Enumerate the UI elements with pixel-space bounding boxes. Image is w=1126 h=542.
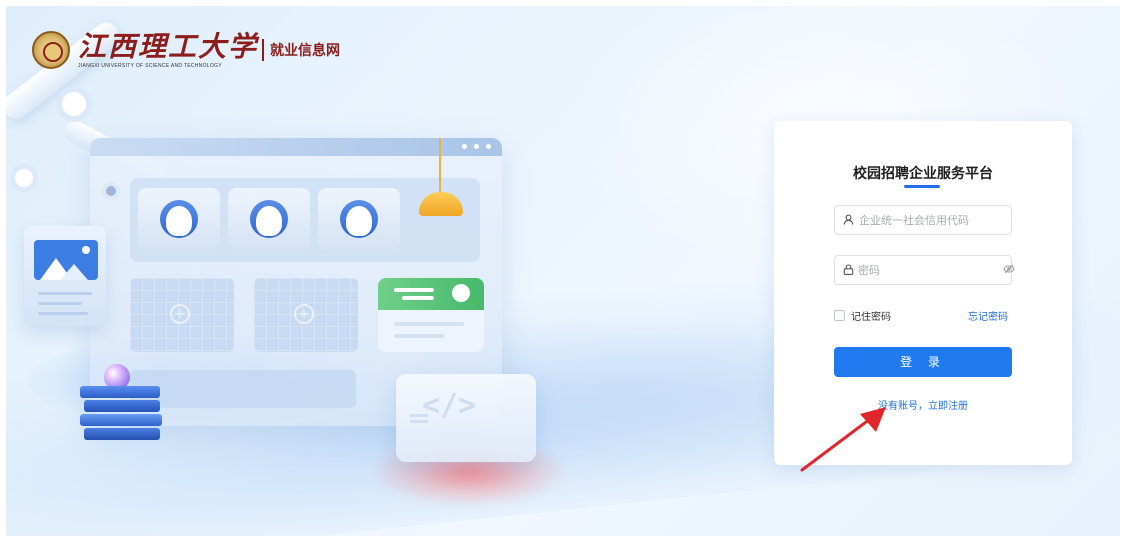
remember-password[interactable]: 记住密码 [834, 308, 891, 323]
window-dot-icon [474, 144, 479, 149]
password-field[interactable] [834, 255, 1015, 285]
avatar-card [318, 188, 400, 250]
books-icon [80, 386, 162, 440]
gear-icon [102, 182, 120, 200]
code-icon: </> [422, 388, 477, 423]
eye-off-icon[interactable] [1003, 264, 1015, 277]
green-card-line [402, 296, 434, 300]
text-line [38, 292, 92, 295]
robot-joint [56, 86, 92, 122]
window-dot-icon [462, 144, 467, 149]
plus-panel: + [130, 278, 234, 352]
book [84, 400, 160, 412]
forgot-password-link[interactable]: 忘记密码 [968, 308, 1008, 323]
university-seal-icon [32, 31, 70, 69]
hero-illustration: + + </> [6, 6, 626, 536]
logo-chinese-name: 江西理工大学 [78, 29, 259, 63]
window-dot-icon [486, 144, 491, 149]
remember-checkbox[interactable] [834, 310, 845, 321]
green-card [378, 278, 484, 352]
credit-code-input[interactable] [859, 207, 1011, 233]
robot-joint [10, 164, 38, 192]
login-button[interactable]: 登 录 [834, 347, 1012, 377]
page-background: 江西理工大学 JIANGXI UNIVERSITY OF SCIENCE AND… [6, 6, 1120, 536]
user-icon [843, 214, 855, 226]
toggle-dot-icon [452, 284, 470, 302]
green-card-line [394, 288, 434, 292]
avatar-head [346, 206, 372, 236]
logo-name: 江西理工大学 JIANGXI UNIVERSITY OF SCIENCE AND… [78, 29, 259, 69]
remember-label: 记住密码 [851, 312, 891, 323]
avatar-card [228, 188, 310, 250]
avatar-row [130, 178, 480, 262]
green-card-header [378, 278, 484, 310]
mountain-shape [60, 264, 88, 280]
site-name: 就业信息网 [270, 43, 341, 59]
book [80, 414, 162, 426]
bottom-panel [130, 370, 356, 408]
book [84, 428, 160, 440]
text-line [394, 322, 464, 326]
logo-english-name: JIANGXI UNIVERSITY OF SCIENCE AND TECHNO… [78, 62, 222, 69]
book [80, 386, 160, 398]
plus-panel: + [254, 278, 358, 352]
sun-shape [82, 246, 90, 254]
text-line [394, 334, 444, 338]
code-card: </> [396, 374, 536, 462]
lock-icon [843, 264, 854, 276]
avatar-card [138, 188, 220, 250]
text-line [38, 302, 82, 305]
plus-icon: + [170, 304, 190, 324]
plus-icon: + [294, 304, 314, 324]
lamp-cord [439, 138, 441, 196]
picture-card [24, 226, 106, 326]
title-underline [904, 185, 940, 188]
login-title: 校园招聘企业服务平台 [853, 166, 993, 182]
logo-divider [262, 39, 265, 61]
credit-code-field[interactable] [834, 205, 1012, 235]
site-logo[interactable]: 江西理工大学 JIANGXI UNIVERSITY OF SCIENCE AND… [32, 28, 340, 72]
avatar-head [166, 206, 192, 236]
image-icon [34, 240, 98, 280]
text-line [38, 312, 88, 315]
password-input[interactable] [858, 257, 1003, 283]
annotation-arrow-icon [800, 407, 886, 472]
avatar-head [256, 206, 282, 236]
